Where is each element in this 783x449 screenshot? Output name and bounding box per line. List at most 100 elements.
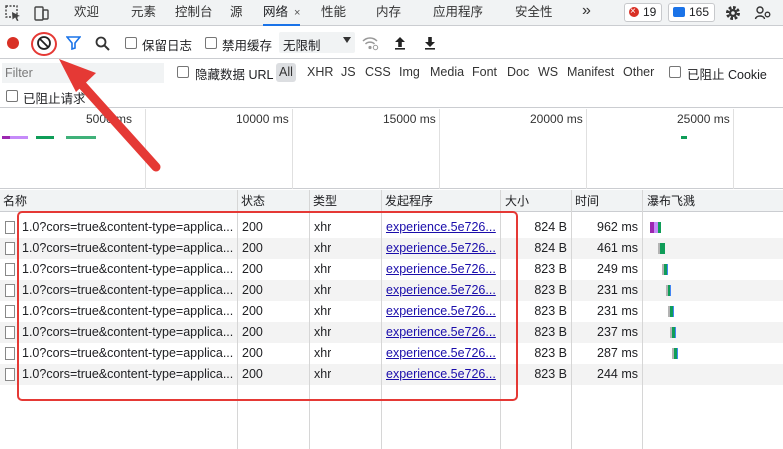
message-icon xyxy=(673,7,685,17)
filter-type-other[interactable]: Other xyxy=(620,63,657,82)
table-row[interactable]: 1.0?cors=true&content-type=applica... 20… xyxy=(0,301,783,322)
request-type: xhr xyxy=(314,325,332,339)
request-name: 1.0?cors=true&content-type=applica... xyxy=(22,304,234,318)
download-icon[interactable] xyxy=(423,36,437,50)
column-divider[interactable] xyxy=(309,190,310,449)
overview-tick-label: 5000 ms xyxy=(86,112,133,126)
table-row[interactable]: 1.0?cors=true&content-type=applica... 20… xyxy=(0,280,783,301)
file-icon xyxy=(5,284,15,297)
column-divider[interactable] xyxy=(571,190,572,449)
device-toolbar-icon[interactable] xyxy=(32,4,50,22)
filter-type-all[interactable]: All xyxy=(276,63,296,82)
wifi-icon[interactable] xyxy=(361,35,379,51)
throttling-select[interactable]: 无限制 xyxy=(279,32,355,53)
tab-application[interactable]: 应用程序 xyxy=(433,0,483,26)
request-time: 962 ms xyxy=(597,220,638,234)
network-toolbar: 保留日志 禁用缓存 无限制 xyxy=(0,27,783,59)
request-time: 231 ms xyxy=(597,304,638,318)
column-divider[interactable] xyxy=(237,190,238,449)
request-initiator-link[interactable]: experience.5e726... xyxy=(386,238,496,259)
preserve-log-checkbox[interactable] xyxy=(125,37,137,49)
request-initiator-link[interactable]: experience.5e726... xyxy=(386,364,496,385)
request-name: 1.0?cors=true&content-type=applica... xyxy=(22,283,234,297)
request-status: 200 xyxy=(242,220,263,234)
request-type: xhr xyxy=(314,367,332,381)
filter-type-img[interactable]: Img xyxy=(396,63,423,82)
column-divider[interactable] xyxy=(642,190,643,449)
table-row[interactable]: 1.0?cors=true&content-type=applica... 20… xyxy=(0,322,783,343)
request-initiator-link[interactable]: experience.5e726... xyxy=(386,217,496,238)
filter-type-media[interactable]: Media xyxy=(427,63,467,82)
tab-elements[interactable]: 元素 xyxy=(131,0,156,26)
hide-data-url-label: 隐藏数据 URL xyxy=(195,68,274,82)
filter-type-font[interactable]: Font xyxy=(469,63,500,82)
hide-data-url-checkbox[interactable] xyxy=(177,66,189,78)
waterfall-bar xyxy=(660,243,665,254)
request-time: 231 ms xyxy=(597,283,638,297)
record-icon[interactable] xyxy=(6,36,20,50)
column-header-status[interactable]: 状态 xyxy=(238,190,265,212)
filter-type-xhr[interactable]: XHR xyxy=(304,63,336,82)
filter-type-manifest[interactable]: Manifest xyxy=(564,63,617,82)
request-initiator-link[interactable]: experience.5e726... xyxy=(386,259,496,280)
table-row[interactable]: 1.0?cors=true&content-type=applica... 20… xyxy=(0,217,783,238)
request-initiator-link[interactable]: experience.5e726... xyxy=(386,301,496,322)
blocked-requests-checkbox[interactable] xyxy=(6,90,18,102)
column-header-initiator[interactable]: 发起程序 xyxy=(382,190,433,212)
table-row[interactable]: 1.0?cors=true&content-type=applica... 20… xyxy=(0,364,783,385)
close-tab-icon[interactable]: × xyxy=(294,7,300,19)
tab-memory[interactable]: 内存 xyxy=(376,0,401,26)
more-tabs-button[interactable]: » xyxy=(582,0,591,26)
tab-console[interactable]: 控制台 xyxy=(175,0,213,26)
column-divider[interactable] xyxy=(500,190,501,449)
filter-icon[interactable] xyxy=(66,36,81,50)
table-row[interactable]: 1.0?cors=true&content-type=applica... 20… xyxy=(0,238,783,259)
request-status: 200 xyxy=(242,325,263,339)
filter-type-css[interactable]: CSS xyxy=(362,63,394,82)
network-overview[interactable]: 5000 ms 10000 ms 15000 ms 20000 ms 25000… xyxy=(0,109,783,189)
customize-icon[interactable] xyxy=(754,4,772,22)
file-icon xyxy=(5,305,15,318)
filter-type-js[interactable]: JS xyxy=(338,63,359,82)
blocked-requests-label: 已阻止请求 xyxy=(23,92,86,106)
upload-icon[interactable] xyxy=(393,36,407,50)
search-icon[interactable] xyxy=(95,36,110,51)
column-header-waterfall[interactable]: 瀑布飞溅 xyxy=(644,190,695,212)
request-name: 1.0?cors=true&content-type=applica... xyxy=(22,220,234,234)
column-header-size[interactable]: 大小 xyxy=(502,190,529,212)
overview-tick-label: 10000 ms xyxy=(236,112,289,126)
column-header-name[interactable]: 名称 xyxy=(0,190,27,212)
tab-performance[interactable]: 性能 xyxy=(321,0,346,26)
request-initiator-link[interactable]: experience.5e726... xyxy=(386,280,496,301)
filter-type-ws[interactable]: WS xyxy=(535,63,561,82)
table-row[interactable]: 1.0?cors=true&content-type=applica... 20… xyxy=(0,259,783,280)
column-divider[interactable] xyxy=(381,190,382,449)
waterfall-bar xyxy=(670,285,671,296)
request-status: 200 xyxy=(242,283,263,297)
gear-icon[interactable] xyxy=(724,4,742,22)
tab-sources[interactable]: 源 xyxy=(230,0,243,26)
disable-cache-checkbox[interactable] xyxy=(205,37,217,49)
column-header-time[interactable]: 时间 xyxy=(572,190,599,212)
clear-icon[interactable] xyxy=(36,35,52,51)
tab-welcome[interactable]: 欢迎 xyxy=(74,0,99,26)
inspect-icon[interactable] xyxy=(4,4,22,22)
message-count-badge[interactable]: 165 xyxy=(668,3,716,22)
waterfall-bar xyxy=(667,264,668,275)
request-type: xhr xyxy=(314,241,332,255)
filter-type-doc[interactable]: Doc xyxy=(504,63,532,82)
request-size: 823 B xyxy=(534,283,567,297)
column-header-type[interactable]: 类型 xyxy=(310,190,337,212)
request-name: 1.0?cors=true&content-type=applica... xyxy=(22,346,234,360)
error-count-badge[interactable]: 19 xyxy=(624,3,663,22)
file-icon xyxy=(5,368,15,381)
request-initiator-link[interactable]: experience.5e726... xyxy=(386,343,496,364)
tab-network[interactable]: 网络 × xyxy=(263,0,301,26)
tab-security[interactable]: 安全性 xyxy=(515,0,553,26)
table-row[interactable]: 1.0?cors=true&content-type=applica... 20… xyxy=(0,343,783,364)
filter-input[interactable] xyxy=(2,63,164,83)
request-time: 244 ms xyxy=(597,367,638,381)
request-initiator-link[interactable]: experience.5e726... xyxy=(386,322,496,343)
blocked-cookies-checkbox[interactable] xyxy=(669,66,681,78)
request-status: 200 xyxy=(242,262,263,276)
